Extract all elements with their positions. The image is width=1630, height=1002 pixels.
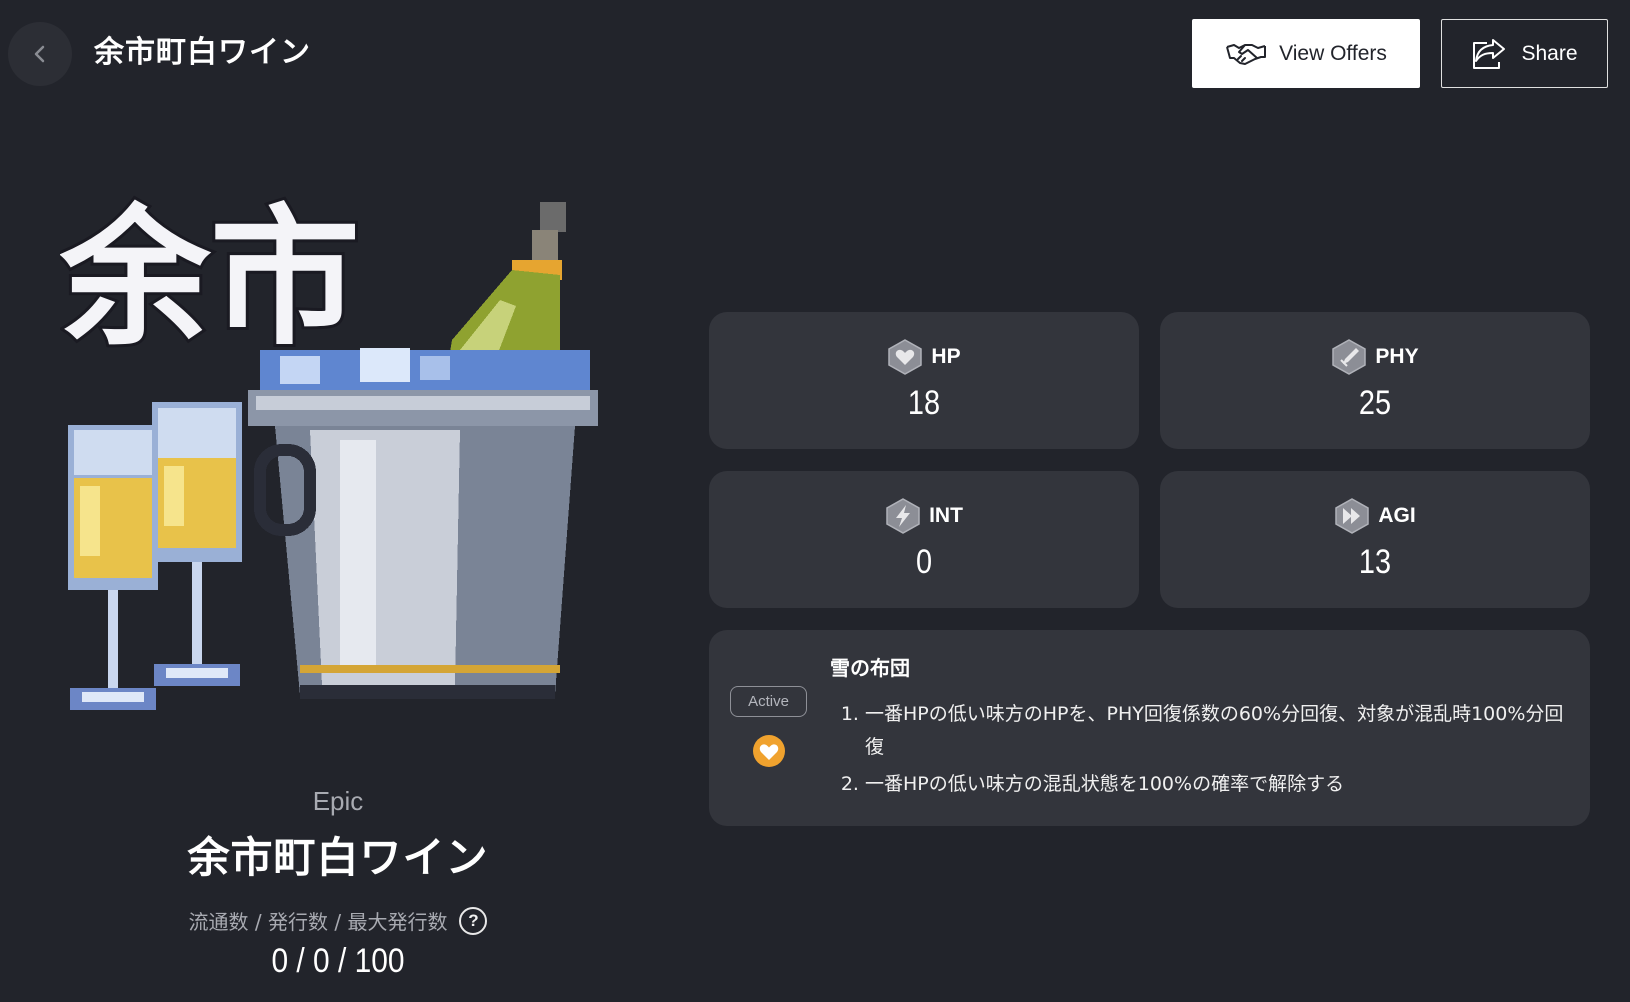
supply-label-row: 流通数 / 発行数 / 最大発行数 ? <box>0 906 676 935</box>
skill-effects-list: 一番HPの低い味方のHPを、PHY回復係数の60%分回復、対象が混乱時100%分… <box>837 698 1572 805</box>
stat-label-agi: AGI <box>1378 504 1416 527</box>
skill-effect-item: 一番HPの低い味方のHPを、PHY回復係数の60%分回復、対象が混乱時100%分… <box>865 698 1572 764</box>
share-icon <box>1473 38 1506 69</box>
stat-label-hp: HP <box>931 345 961 368</box>
share-button[interactable]: Share <box>1441 19 1608 88</box>
card-name: 余市町白ワイン <box>187 833 489 882</box>
ice-bucket <box>248 348 598 699</box>
skill-card: Active 雪の布団 一番HPの低い味方のHPを、PHY回復係数の60%分回復… <box>709 630 1590 826</box>
artwork-kanji: 余市 <box>60 190 360 366</box>
supply-values: 0 / 0 / 100 <box>271 942 405 980</box>
stat-value-hp: 18 <box>907 384 941 422</box>
sword-gem-icon <box>1332 339 1367 375</box>
share-label: Share <box>1521 41 1578 65</box>
stat-card-agi: AGI 13 <box>1160 471 1590 608</box>
view-offers-button[interactable]: View Offers <box>1192 19 1420 88</box>
stat-value-phy: 25 <box>1358 384 1392 422</box>
supply-label: 流通数 / 発行数 / 最大発行数 <box>188 910 448 934</box>
heart-gem-icon <box>888 339 923 375</box>
stat-card-phy: PHY 25 <box>1160 312 1590 449</box>
card-artwork: 余市 <box>56 180 620 750</box>
stat-value-agi: 13 <box>1358 543 1392 581</box>
lightning-gem-icon <box>886 498 920 534</box>
back-button[interactable] <box>8 22 72 86</box>
stat-label-int: INT <box>929 504 963 527</box>
view-offers-label: View Offers <box>1279 41 1387 65</box>
heart-orange-icon <box>753 735 785 767</box>
skill-type-badge: Active <box>730 686 807 717</box>
stat-card-hp: HP 18 <box>709 312 1139 449</box>
champagne-glasses <box>68 402 242 710</box>
stat-label-phy: PHY <box>1375 345 1419 368</box>
page-title: 余市町白ワイン <box>94 35 311 70</box>
fast-forward-gem-icon <box>1335 498 1370 534</box>
help-icon[interactable]: ? <box>459 906 488 935</box>
handshake-icon <box>1226 43 1267 65</box>
chevron-left-icon <box>34 45 45 63</box>
skill-name: 雪の布団 <box>830 656 910 680</box>
stat-card-int: INT 0 <box>709 471 1139 608</box>
stat-value-int: 0 <box>915 543 933 581</box>
skill-effect-item: 一番HPの低い味方の混乱状態を100%の確率で解除する <box>865 768 1572 801</box>
rarity-label: Epic <box>312 786 364 816</box>
